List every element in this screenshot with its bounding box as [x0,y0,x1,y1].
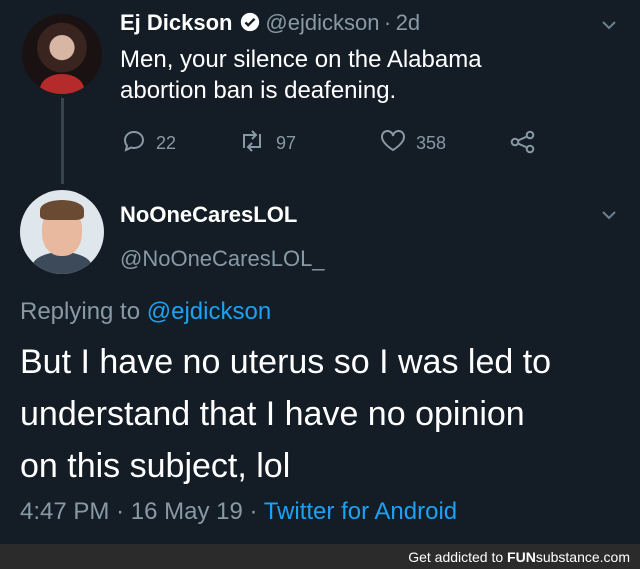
watermark-brand-rest: substance.com [535,549,630,565]
user-handle[interactable]: @NoOneCaresLOL_ [120,246,325,272]
tweet-text-line: understand that I have no opinion [20,395,525,433]
tweet-header: Ej Dickson @ejdickson · 2d [120,10,420,38]
tweet-meta: 4:47 PM · 16 May 19 · Twitter for Androi… [20,498,457,526]
replying-handle-link[interactable]: @ejdickson [147,298,271,325]
separator-dot: · [383,10,392,35]
thread-connector [61,98,64,184]
reply-button[interactable]: 22 [122,130,176,157]
avatar[interactable] [22,14,102,94]
like-count: 358 [416,133,447,153]
heart-icon [380,130,406,157]
separator-dot: · [249,498,258,525]
display-name[interactable]: Ej Dickson [120,10,232,35]
avatar[interactable] [20,190,104,274]
retweet-button[interactable]: 97 [238,130,296,157]
reply-count: 22 [156,133,177,153]
tweet-date[interactable]: 16 May 19 [131,498,243,525]
retweet-icon [238,130,266,157]
like-button[interactable]: 358 [380,130,446,157]
watermark-bar: Get addicted to FUNsubstance.com [0,544,640,569]
share-icon[interactable] [510,130,536,159]
tweet-text: Men, your silence on the Alabama abortio… [120,44,482,106]
tweet-text-line: abortion ban is deafening. [120,77,397,104]
watermark-prefix: Get addicted to [408,549,504,565]
replying-prefix: Replying to [20,298,141,325]
tweet-age[interactable]: 2d [396,10,420,35]
separator-dot: · [116,498,125,525]
watermark-brand-bold: FUN [507,549,536,565]
tweet-text-line: But I have no uterus so I was led to [20,343,552,381]
reply-icon [122,130,146,157]
verified-badge-icon [239,11,261,38]
replying-to: Replying to @ejdickson [20,298,271,326]
tweet-text: But I have no uterus so I was led to und… [20,336,551,492]
tweet-client-link[interactable]: Twitter for Android [264,498,457,525]
user-handle[interactable]: @ejdickson [265,10,379,35]
tweet-time[interactable]: 4:47 PM [20,498,109,525]
display-name[interactable]: NoOneCaresLOL [120,202,297,228]
tweet-text-line: Men, your silence on the Alabama [120,46,482,73]
chevron-down-icon[interactable] [600,206,618,227]
tweet-text-line: on this subject, lol [20,447,291,485]
watermark-text: Get addicted to FUNsubstance.com [408,549,630,565]
retweet-count: 97 [276,133,297,153]
chevron-down-icon[interactable] [600,16,618,37]
